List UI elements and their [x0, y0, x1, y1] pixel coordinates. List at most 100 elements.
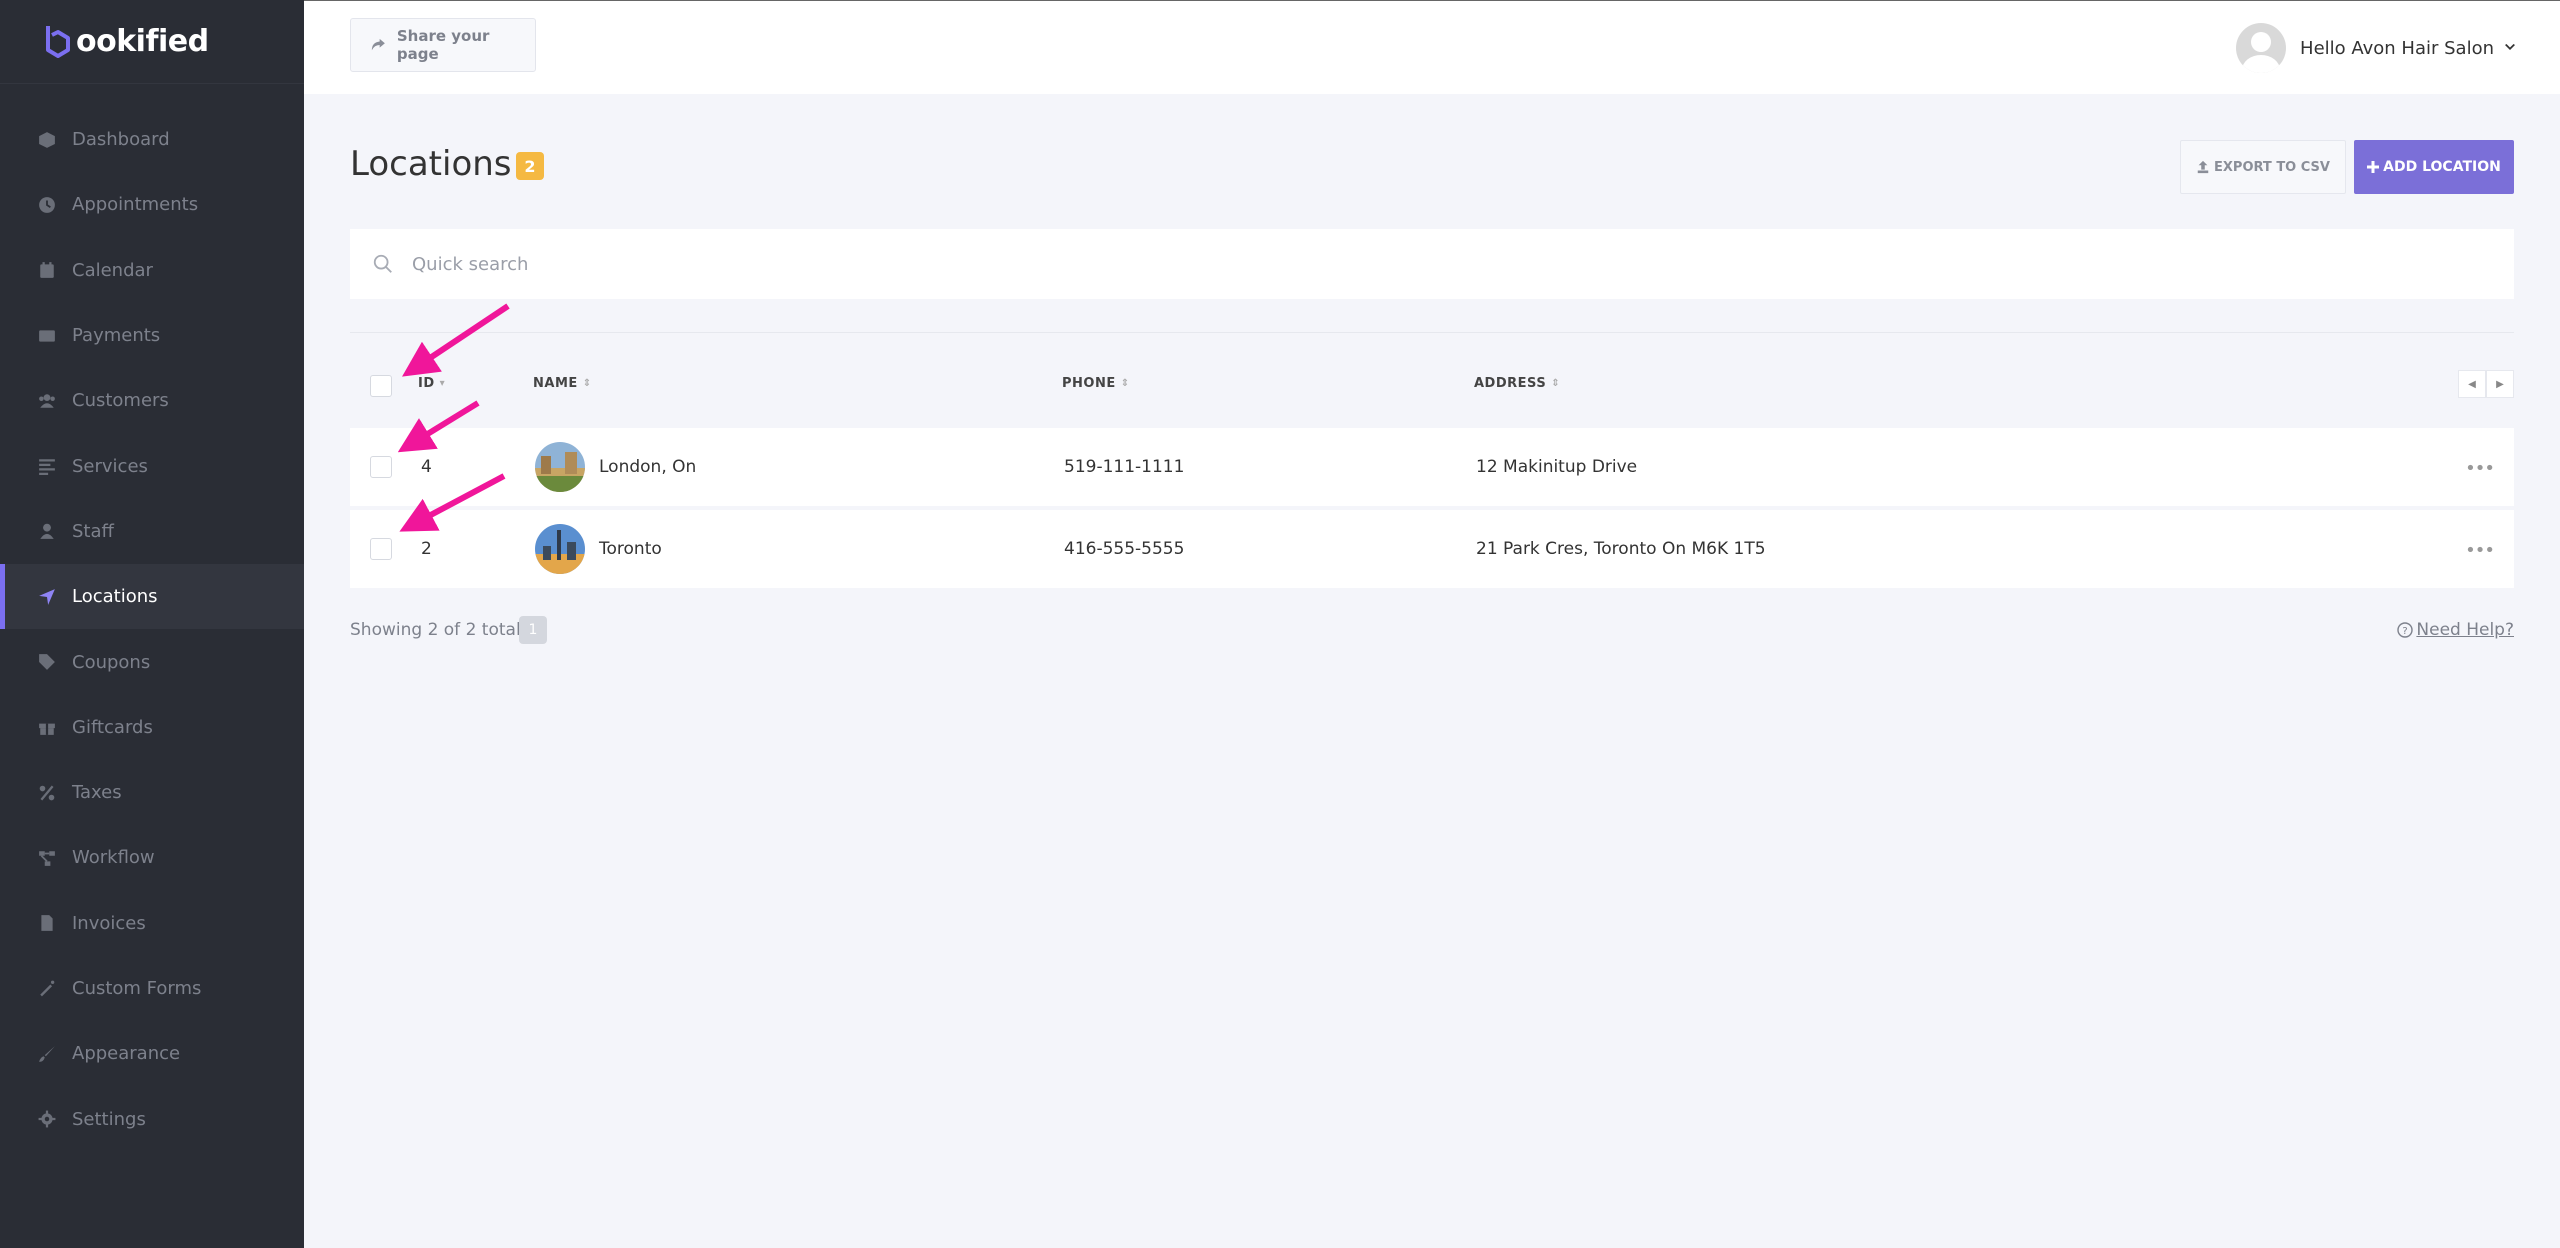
table-row[interactable]: 2 Toronto 416-555-5555 21 Park Cres, Tor…: [350, 510, 2514, 588]
count-badge: 2: [516, 152, 544, 180]
sidebar-item-workflow[interactable]: Workflow: [0, 825, 304, 890]
sidebar-item-payments[interactable]: Payments: [0, 303, 304, 368]
sidebar-item-label: Appointments: [72, 194, 199, 216]
cube-icon: [38, 131, 56, 149]
search-bar: [350, 229, 2514, 299]
sidebar-item-coupons[interactable]: Coupons: [0, 629, 304, 694]
main-content: Locations 2 EXPORT TO CSV ADD LOCATION I…: [350, 94, 2514, 644]
need-help-label: Need Help?: [2416, 620, 2514, 640]
sort-desc-icon: ▾: [439, 378, 446, 389]
sidebar-item-label: Giftcards: [72, 716, 153, 738]
location-name: Toronto: [599, 539, 662, 559]
users-icon: [38, 392, 56, 410]
sidebar-item-label: Coupons: [72, 651, 151, 673]
column-name-label: NAME: [533, 376, 578, 391]
sidebar-item-label: Settings: [72, 1108, 146, 1130]
chevron-down-icon: [2505, 44, 2515, 50]
brush-icon: [38, 1045, 56, 1063]
sidebar-item-invoices[interactable]: Invoices: [0, 891, 304, 956]
export-csv-label: EXPORT TO CSV: [2214, 159, 2330, 175]
cell-address: 21 Park Cres, Toronto On M6K 1T5: [1476, 539, 1766, 559]
sort-icon: ⇕: [582, 378, 592, 389]
credit-card-icon: [38, 327, 56, 345]
sidebar-item-label: Locations: [72, 586, 158, 608]
logo-text: ookified: [76, 24, 209, 59]
sidebar-item-appointments[interactable]: Appointments: [0, 172, 304, 237]
share-icon: [371, 38, 385, 51]
user-icon: [38, 522, 56, 540]
column-phone[interactable]: PHONE ⇕: [1062, 376, 1130, 391]
clock-icon: [38, 196, 56, 214]
list-icon: [38, 457, 56, 476]
column-pager: ◀ ▶: [2458, 370, 2514, 398]
file-icon: [38, 914, 56, 932]
need-help-link[interactable]: ? Need Help?: [2397, 620, 2514, 640]
page-number-button[interactable]: 1: [519, 616, 547, 644]
share-page-label: Share your page: [396, 27, 490, 63]
user-menu[interactable]: Hello Avon Hair Salon: [2236, 23, 2516, 73]
sort-icon: ⇕: [1551, 378, 1561, 389]
title-row: Locations 2 EXPORT TO CSV ADD LOCATION: [350, 94, 2514, 210]
sidebar-item-customers[interactable]: Customers: [0, 368, 304, 433]
sidebar-item-label: Workflow: [72, 847, 155, 869]
search-input[interactable]: [412, 253, 2212, 275]
cell-address: 12 Makinitup Drive: [1476, 457, 1638, 477]
cell-phone: 519-111-1111: [1064, 457, 1185, 477]
column-id[interactable]: ID ▾: [418, 376, 445, 391]
sidebar-item-calendar[interactable]: Calendar: [0, 238, 304, 303]
divider: [350, 332, 2514, 333]
table-row[interactable]: 4 London, On 519-111-1111 12 Makinitup D…: [350, 428, 2514, 506]
svg-text:?: ?: [2403, 626, 2408, 637]
more-options-icon[interactable]: •••: [2465, 540, 2495, 561]
column-name[interactable]: NAME ⇕: [533, 376, 592, 391]
arrow-annotation: [402, 303, 510, 377]
table-footer: Showing 2 of 2 total 1 ? Need Help?: [350, 614, 2514, 646]
sidebar-item-label: Payments: [72, 325, 161, 347]
sidebar-item-label: Calendar: [72, 259, 153, 281]
sort-icon: ⇕: [1120, 378, 1130, 389]
sidebar-item-locations[interactable]: Locations: [0, 564, 304, 630]
table-header: ID ▾ NAME ⇕ PHONE ⇕ ADDRESS ⇕ ◀ ▶: [350, 366, 2514, 406]
sidebar-item-settings[interactable]: Settings: [0, 1086, 304, 1151]
plus-icon: [2367, 161, 2380, 173]
location-name: London, On: [599, 457, 697, 477]
workflow-icon: [38, 849, 56, 867]
add-location-label: ADD LOCATION: [2383, 159, 2501, 175]
row-checkbox[interactable]: [370, 456, 392, 478]
sidebar-nav: Dashboard Appointments Calendar Payments…: [0, 84, 304, 1152]
sidebar-item-label: Appearance: [72, 1043, 181, 1065]
user-greeting: Hello Avon Hair Salon: [2300, 37, 2494, 59]
column-phone-label: PHONE: [1062, 376, 1116, 391]
sidebar-item-appearance[interactable]: Appearance: [0, 1021, 304, 1086]
search-icon: [373, 254, 392, 273]
cell-id: 4: [421, 457, 432, 477]
column-id-label: ID: [418, 376, 435, 391]
sidebar-item-dashboard[interactable]: Dashboard: [0, 107, 304, 172]
more-options-icon[interactable]: •••: [2465, 458, 2495, 479]
sidebar-item-taxes[interactable]: Taxes: [0, 760, 304, 825]
select-all-checkbox[interactable]: [370, 375, 392, 397]
showing-count: Showing 2 of 2 total: [350, 620, 521, 640]
sidebar-item-label: Customers: [72, 390, 169, 412]
cell-id: 2: [421, 539, 432, 559]
export-csv-button[interactable]: EXPORT TO CSV: [2180, 140, 2346, 194]
gift-icon: [38, 718, 56, 736]
share-page-button[interactable]: Share your page: [350, 18, 536, 72]
calendar-icon: [38, 261, 56, 279]
sidebar-item-services[interactable]: Services: [0, 433, 304, 498]
location-arrow-icon: [38, 588, 56, 606]
column-address[interactable]: ADDRESS ⇕: [1474, 376, 1560, 391]
sidebar-item-custom-forms[interactable]: Custom Forms: [0, 956, 304, 1021]
chevron-left-icon[interactable]: ◀: [2458, 370, 2486, 398]
sidebar-item-staff[interactable]: Staff: [0, 499, 304, 564]
add-location-button[interactable]: ADD LOCATION: [2354, 140, 2514, 194]
sidebar: ookified Dashboard Appointments Calendar…: [0, 0, 304, 1248]
sidebar-item-label: Custom Forms: [72, 978, 202, 999]
sidebar-item-label: Staff: [72, 520, 114, 542]
chevron-right-icon[interactable]: ▶: [2486, 370, 2514, 398]
cell-name: London, On: [535, 428, 696, 506]
sidebar-item-giftcards[interactable]: Giftcards: [0, 695, 304, 760]
location-thumbnail: [535, 442, 585, 492]
logo[interactable]: ookified: [0, 0, 304, 84]
row-checkbox[interactable]: [370, 538, 392, 560]
